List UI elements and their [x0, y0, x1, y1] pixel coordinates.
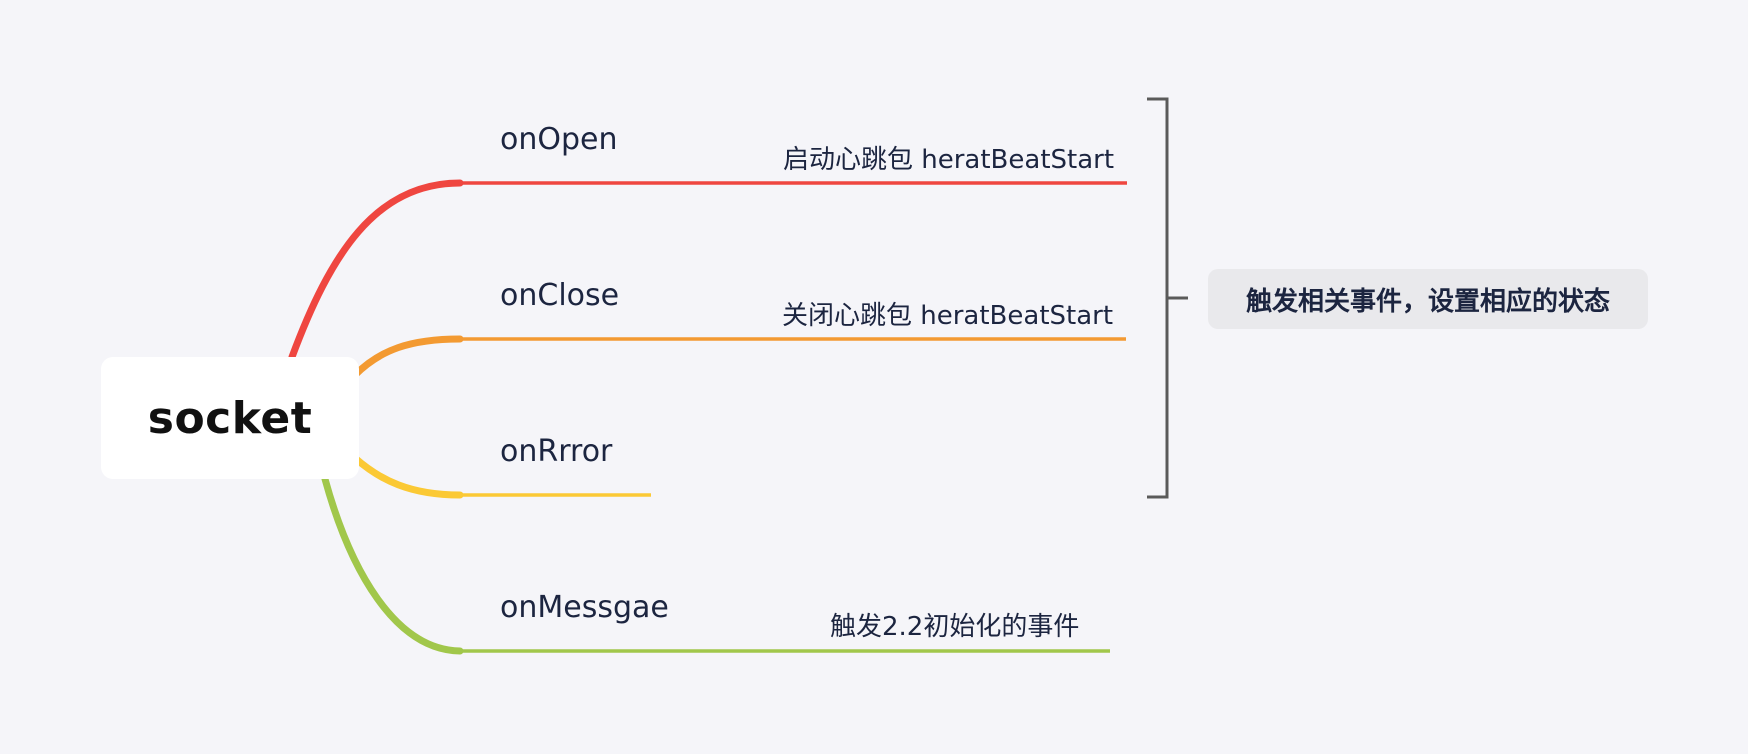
- branch-label-onclose[interactable]: onClose: [500, 278, 619, 313]
- note-onclose[interactable]: 关闭心跳包 heratBeatStart: [782, 295, 1113, 332]
- branch-label-onrrror[interactable]: onRrror: [500, 434, 612, 469]
- summary-node[interactable]: 触发相关事件，设置相应的状态: [1208, 269, 1648, 329]
- branch-stem-onrrror: [351, 454, 464, 499]
- root-label: socket: [147, 392, 313, 444]
- branch-stem-onclose: [351, 335, 464, 379]
- branch-stem-onopen: [288, 179, 464, 361]
- branch-label-onopen[interactable]: onOpen: [500, 122, 618, 157]
- branch-label-onmessgae[interactable]: onMessgae: [500, 590, 669, 625]
- branch-stem-onmessgae: [321, 475, 464, 655]
- summary-bracket: [1147, 97, 1188, 499]
- summary-label: 触发相关事件，设置相应的状态: [1245, 286, 1610, 317]
- root-node[interactable]: socket: [101, 357, 359, 479]
- note-onmessgae[interactable]: 触发2.2初始化的事件: [830, 606, 1079, 643]
- note-onopen[interactable]: 启动心跳包 heratBeatStart: [783, 139, 1114, 176]
